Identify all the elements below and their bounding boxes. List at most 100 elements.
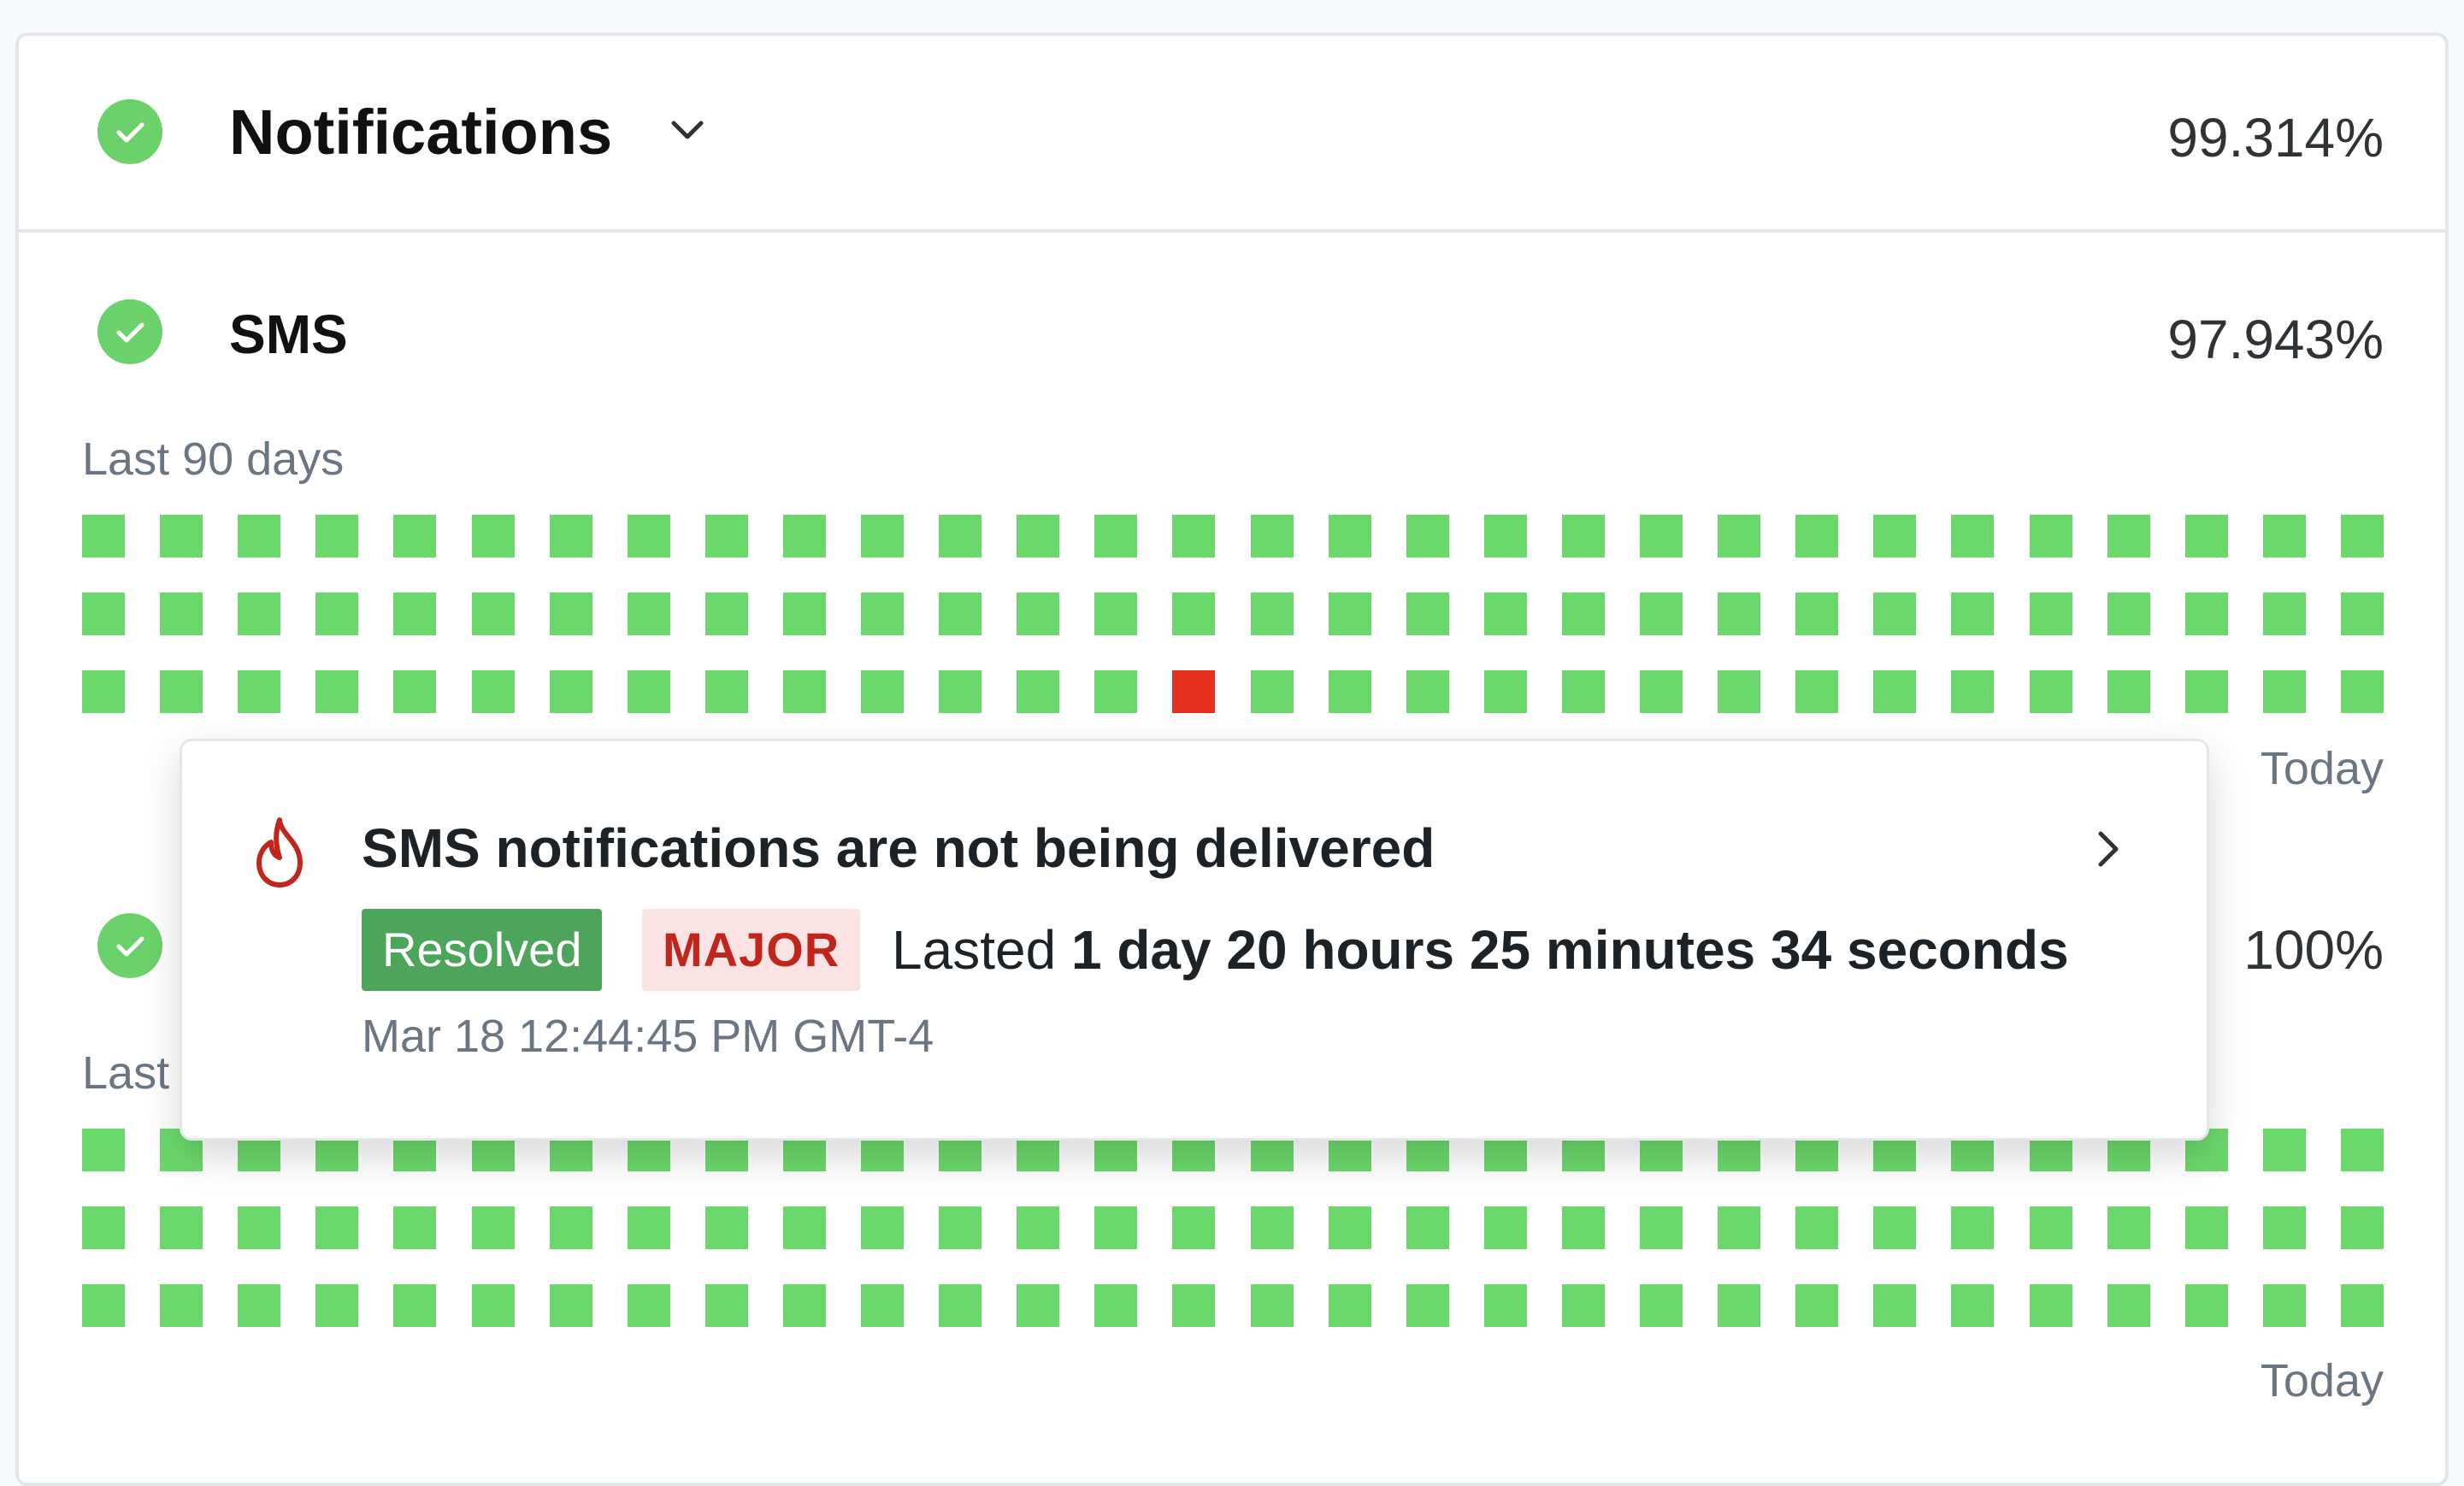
uptime-day-bar[interactable] xyxy=(393,1206,437,1249)
uptime-day-bar[interactable] xyxy=(1718,515,1761,557)
uptime-day-bar[interactable] xyxy=(1483,515,1527,557)
uptime-day-bar[interactable] xyxy=(2340,1206,2384,1249)
uptime-day-bar[interactable] xyxy=(782,1284,826,1327)
uptime-day-bar[interactable] xyxy=(1640,670,1683,713)
uptime-day-bar[interactable] xyxy=(2029,593,2072,635)
uptime-day-bar[interactable] xyxy=(471,593,515,635)
uptime-day-bar[interactable] xyxy=(2262,1284,2306,1327)
uptime-day-bar[interactable] xyxy=(1250,670,1294,713)
uptime-day-bar[interactable] xyxy=(238,515,281,557)
uptime-day-bar[interactable] xyxy=(1094,1284,1138,1327)
uptime-day-bar[interactable] xyxy=(1640,593,1683,635)
uptime-day-bar[interactable] xyxy=(2340,670,2384,713)
uptime-day-bar[interactable] xyxy=(939,1206,982,1249)
notifications-group-title[interactable]: Notifications xyxy=(229,96,612,168)
uptime-day-bar[interactable] xyxy=(704,1284,748,1327)
uptime-day-bar[interactable] xyxy=(627,593,670,635)
uptime-day-bar[interactable] xyxy=(1250,1206,1294,1249)
uptime-day-bar[interactable] xyxy=(1873,593,1917,635)
uptime-day-bar[interactable] xyxy=(861,1284,904,1327)
uptime-day-bar[interactable] xyxy=(471,515,515,557)
uptime-day-bar[interactable] xyxy=(2107,670,2150,713)
uptime-day-bar[interactable] xyxy=(315,1284,359,1327)
uptime-day-bar[interactable] xyxy=(549,1284,592,1327)
uptime-day-bar[interactable] xyxy=(160,1206,203,1249)
uptime-day-bar[interactable] xyxy=(1951,1206,1995,1249)
uptime-day-bar[interactable] xyxy=(471,1284,515,1327)
uptime-day-bar[interactable] xyxy=(627,1284,670,1327)
uptime-day-bar[interactable] xyxy=(627,515,670,557)
uptime-day-bar[interactable] xyxy=(2184,1284,2228,1327)
uptime-day-bar[interactable] xyxy=(861,593,904,635)
uptime-day-bar[interactable] xyxy=(1172,515,1216,557)
uptime-day-bar[interactable] xyxy=(1718,1284,1761,1327)
uptime-day-bar[interactable] xyxy=(1873,670,1917,713)
incident-tooltip[interactable]: SMS notifications are not being delivere… xyxy=(180,739,2209,1141)
uptime-day-bar[interactable] xyxy=(1718,1206,1761,1249)
uptime-day-bar[interactable] xyxy=(861,670,904,713)
uptime-day-bar[interactable] xyxy=(2107,1206,2150,1249)
uptime-day-bar[interactable] xyxy=(1017,1206,1060,1249)
uptime-day-bar[interactable] xyxy=(2107,1284,2150,1327)
uptime-day-bar[interactable] xyxy=(549,593,592,635)
uptime-day-bar[interactable] xyxy=(1250,515,1294,557)
uptime-day-bar[interactable] xyxy=(2340,1284,2384,1327)
uptime-day-bar[interactable] xyxy=(315,1206,359,1249)
uptime-day-bar[interactable] xyxy=(1094,670,1138,713)
chevron-right-icon[interactable] xyxy=(2089,827,2126,871)
uptime-day-bar[interactable] xyxy=(704,1206,748,1249)
uptime-day-bar[interactable] xyxy=(782,515,826,557)
uptime-day-bar[interactable] xyxy=(1328,515,1371,557)
uptime-day-bar[interactable] xyxy=(1406,593,1449,635)
uptime-day-bar[interactable] xyxy=(1561,593,1605,635)
uptime-day-bar[interactable] xyxy=(2262,1129,2306,1171)
uptime-day-bar[interactable] xyxy=(315,670,359,713)
uptime-day-bar[interactable] xyxy=(549,1206,592,1249)
uptime-day-bar[interactable] xyxy=(1951,515,1995,557)
uptime-day-bar[interactable] xyxy=(82,1206,125,1249)
uptime-day-bar[interactable] xyxy=(939,670,982,713)
uptime-day-bar[interactable] xyxy=(549,670,592,713)
uptime-day-bar[interactable] xyxy=(2184,1206,2228,1249)
uptime-day-bar[interactable] xyxy=(2184,593,2228,635)
uptime-day-bar[interactable] xyxy=(1483,593,1527,635)
incident-title[interactable]: SMS notifications are not being delivere… xyxy=(362,817,1435,880)
uptime-day-bar[interactable] xyxy=(1406,1206,1449,1249)
uptime-day-bar[interactable] xyxy=(393,670,437,713)
uptime-day-bar[interactable] xyxy=(782,593,826,635)
uptime-day-bar[interactable] xyxy=(1406,1284,1449,1327)
uptime-day-bar[interactable] xyxy=(82,515,125,557)
uptime-day-bar[interactable] xyxy=(1561,670,1605,713)
uptime-day-bar[interactable] xyxy=(1795,1206,1839,1249)
uptime-day-bar[interactable] xyxy=(471,1206,515,1249)
uptime-day-bar[interactable] xyxy=(1328,670,1371,713)
chevron-down-icon[interactable] xyxy=(667,109,708,150)
uptime-day-bar[interactable] xyxy=(861,515,904,557)
uptime-day-bar[interactable] xyxy=(704,593,748,635)
uptime-day-bar[interactable] xyxy=(1640,1284,1683,1327)
uptime-day-bar[interactable] xyxy=(1795,515,1839,557)
uptime-day-bar[interactable] xyxy=(1718,670,1761,713)
uptime-day-bar[interactable] xyxy=(1483,1284,1527,1327)
uptime-day-bar[interactable] xyxy=(393,515,437,557)
uptime-day-bar[interactable] xyxy=(1561,1284,1605,1327)
uptime-day-bar[interactable] xyxy=(1951,670,1995,713)
uptime-day-bar[interactable] xyxy=(2184,515,2228,557)
uptime-day-bar[interactable] xyxy=(1172,1284,1216,1327)
uptime-day-bar[interactable] xyxy=(393,1284,437,1327)
uptime-day-bar[interactable] xyxy=(1873,1284,1917,1327)
uptime-day-bar[interactable] xyxy=(315,593,359,635)
uptime-day-bar[interactable] xyxy=(1406,515,1449,557)
uptime-day-bar[interactable] xyxy=(1328,1206,1371,1249)
uptime-day-bar[interactable] xyxy=(238,1206,281,1249)
uptime-day-bar[interactable] xyxy=(2262,593,2306,635)
uptime-day-bar[interactable] xyxy=(1172,1206,1216,1249)
uptime-day-bar[interactable] xyxy=(1873,515,1917,557)
uptime-day-bar[interactable] xyxy=(238,1284,281,1327)
uptime-day-bar[interactable] xyxy=(2340,515,2384,557)
uptime-day-bar[interactable] xyxy=(2029,515,2072,557)
uptime-day-bar[interactable] xyxy=(1795,670,1839,713)
uptime-day-bar[interactable] xyxy=(1172,593,1216,635)
uptime-day-bar[interactable] xyxy=(1951,1284,1995,1327)
uptime-day-bar[interactable] xyxy=(704,670,748,713)
